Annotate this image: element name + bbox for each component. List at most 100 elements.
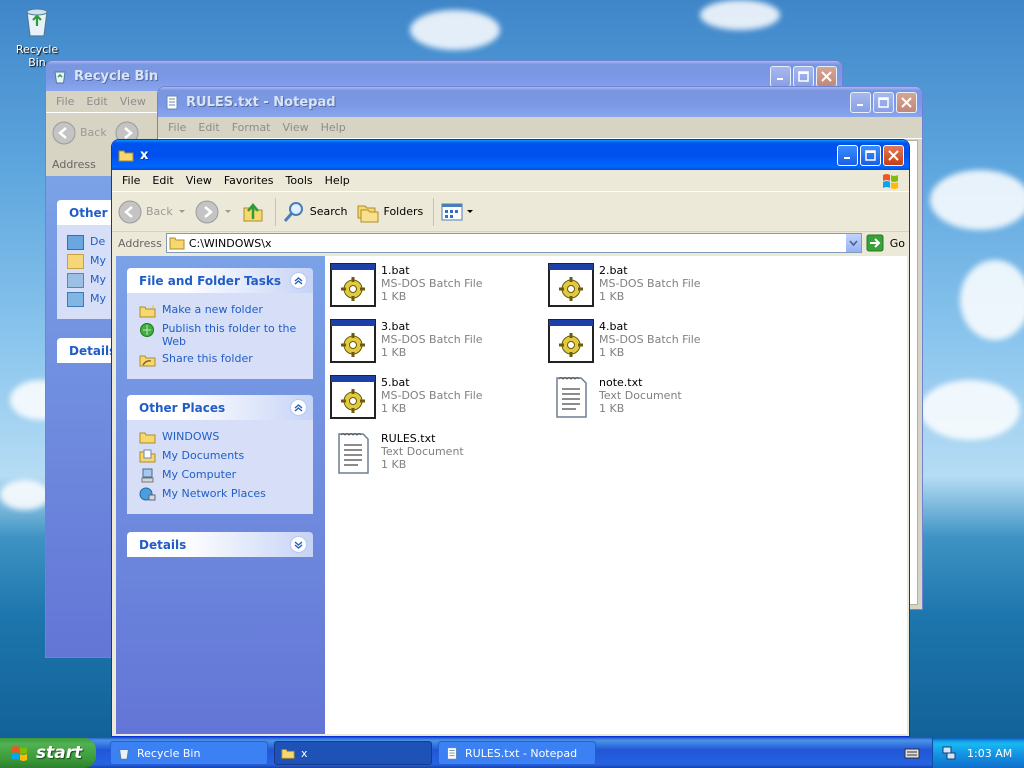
place-label: My (90, 254, 107, 267)
dropdown-arrow-icon (224, 209, 231, 213)
address-label: Address (52, 157, 96, 171)
file-item[interactable]: note.txt Text Document 1 KB (547, 374, 757, 424)
toolbar: Back Search Folders (112, 192, 909, 232)
file-type: Text Document (599, 389, 682, 402)
file-item[interactable]: RULES.txt Text Document 1 KB (329, 430, 539, 480)
system-tray: 1:03 AM (932, 738, 1024, 768)
menu-edit[interactable]: Edit (80, 95, 113, 108)
close-button[interactable] (896, 91, 917, 113)
up-folder-button[interactable] (241, 200, 265, 224)
file-size: 1 KB (599, 290, 625, 303)
views-button[interactable] (440, 201, 474, 223)
menu-bar: File Edit Format View Help (158, 117, 922, 139)
file-size: 1 KB (381, 402, 407, 415)
keyboard-icon[interactable] (904, 747, 920, 759)
minimize-button[interactable] (770, 65, 791, 87)
maximize-button[interactable] (860, 144, 881, 166)
back-button[interactable]: Back (118, 200, 187, 224)
place-link-my-documents[interactable]: My Documents (139, 449, 307, 464)
minimize-icon (777, 77, 783, 80)
taskbar-button-x[interactable]: x (274, 741, 432, 765)
publish-web-icon (140, 323, 154, 337)
close-button[interactable] (883, 144, 904, 166)
collapse-chevron-icon[interactable] (290, 399, 307, 416)
folders-label: Folders (383, 205, 424, 218)
close-button[interactable] (816, 65, 837, 87)
expand-chevron-icon[interactable] (290, 536, 307, 553)
file-list-view[interactable]: 1.bat MS-DOS Batch File 1 KB 2.bat MS-DOS B… (325, 256, 907, 734)
folders-button[interactable]: Folders (356, 200, 424, 224)
file-size: 1 KB (381, 346, 407, 359)
start-button[interactable]: start (0, 738, 96, 768)
batch-file-icon (330, 319, 376, 363)
explorer-window[interactable]: x File Edit View Favorites Tools Help Ba… (111, 139, 910, 737)
file-item[interactable]: 1.bat MS-DOS Batch File 1 KB (329, 262, 539, 312)
file-item[interactable]: 3.bat MS-DOS Batch File 1 KB (329, 318, 539, 368)
task-publish-folder-web[interactable]: Publish this folder to the Web (139, 322, 307, 348)
address-input[interactable]: C:\WINDOWS\x (165, 233, 862, 253)
file-folder-tasks-header[interactable]: File and Folder Tasks (127, 268, 313, 293)
title-bar[interactable]: x (112, 140, 909, 170)
file-item[interactable]: 2.bat MS-DOS Batch File 1 KB (547, 262, 757, 312)
panel-title: Details (69, 343, 117, 358)
file-size: 1 KB (381, 290, 407, 303)
maximize-button[interactable] (793, 65, 814, 87)
address-bar: Address C:\WINDOWS\x Go (112, 232, 909, 254)
place-label: De (90, 235, 106, 248)
forward-arrow-icon (195, 200, 219, 223)
menu-help[interactable]: Help (319, 174, 356, 187)
minimize-button[interactable] (850, 91, 871, 113)
file-type: MS-DOS Batch File (381, 333, 483, 346)
menu-help[interactable]: Help (315, 121, 352, 134)
place-link-my-computer[interactable]: My Computer (139, 468, 307, 483)
search-label: Search (309, 205, 348, 218)
network-places-icon (139, 487, 156, 501)
go-button[interactable]: Go (866, 234, 905, 252)
search-button[interactable]: Search (282, 200, 348, 224)
back-button[interactable]: Back (52, 121, 107, 145)
other-places-header[interactable]: Other Places (127, 395, 313, 420)
taskbar-button-notepad[interactable]: RULES.txt - Notepad (438, 741, 596, 765)
file-item[interactable]: 5.bat MS-DOS Batch File 1 KB (329, 374, 539, 424)
file-item[interactable]: 4.bat MS-DOS Batch File 1 KB (547, 318, 757, 368)
task-label: Make a new folder (162, 303, 263, 316)
batch-file-icon (548, 319, 594, 363)
place-link-windows[interactable]: WINDOWS (139, 430, 307, 445)
minimize-icon (844, 156, 850, 159)
text-document-icon (338, 433, 369, 474)
network-tray-icon[interactable] (941, 745, 957, 761)
up-folder-icon (243, 202, 263, 221)
menu-file[interactable]: File (50, 95, 80, 108)
clock[interactable]: 1:03 AM (967, 747, 1012, 760)
place-link-my-network-places[interactable]: My Network Places (139, 487, 307, 502)
menu-tools[interactable]: Tools (280, 174, 319, 187)
menu-favorites[interactable]: Favorites (218, 174, 280, 187)
menu-view[interactable]: View (114, 95, 152, 108)
address-dropdown-button[interactable] (844, 234, 861, 252)
menu-file[interactable]: File (116, 174, 146, 187)
place-label: WINDOWS (162, 430, 220, 443)
file-type: MS-DOS Batch File (381, 277, 483, 290)
menu-file[interactable]: File (162, 121, 192, 134)
menu-edit[interactable]: Edit (192, 121, 225, 134)
forward-button[interactable] (195, 200, 233, 224)
back-label: Back (146, 205, 173, 218)
back-arrow-icon (52, 121, 76, 144)
address-value: C:\WINDOWS\x (188, 236, 272, 250)
menu-edit[interactable]: Edit (146, 174, 179, 187)
details-header[interactable]: Details (127, 532, 313, 557)
taskbar-button-recycle-bin[interactable]: Recycle Bin (110, 741, 268, 765)
maximize-button[interactable] (873, 91, 894, 113)
title-bar[interactable]: RULES.txt - Notepad (158, 87, 922, 117)
menu-view[interactable]: View (180, 174, 218, 187)
file-name: RULES.txt (381, 432, 436, 445)
collapse-chevron-icon[interactable] (290, 272, 307, 289)
task-make-new-folder[interactable]: Make a new folder (139, 303, 307, 318)
menu-format[interactable]: Format (226, 121, 277, 134)
task-share-folder[interactable]: Share this folder (139, 352, 307, 367)
menu-view[interactable]: View (277, 121, 315, 134)
close-icon (821, 70, 832, 82)
share-folder-icon (139, 355, 156, 367)
minimize-button[interactable] (837, 144, 858, 166)
window-title: x (140, 147, 149, 163)
